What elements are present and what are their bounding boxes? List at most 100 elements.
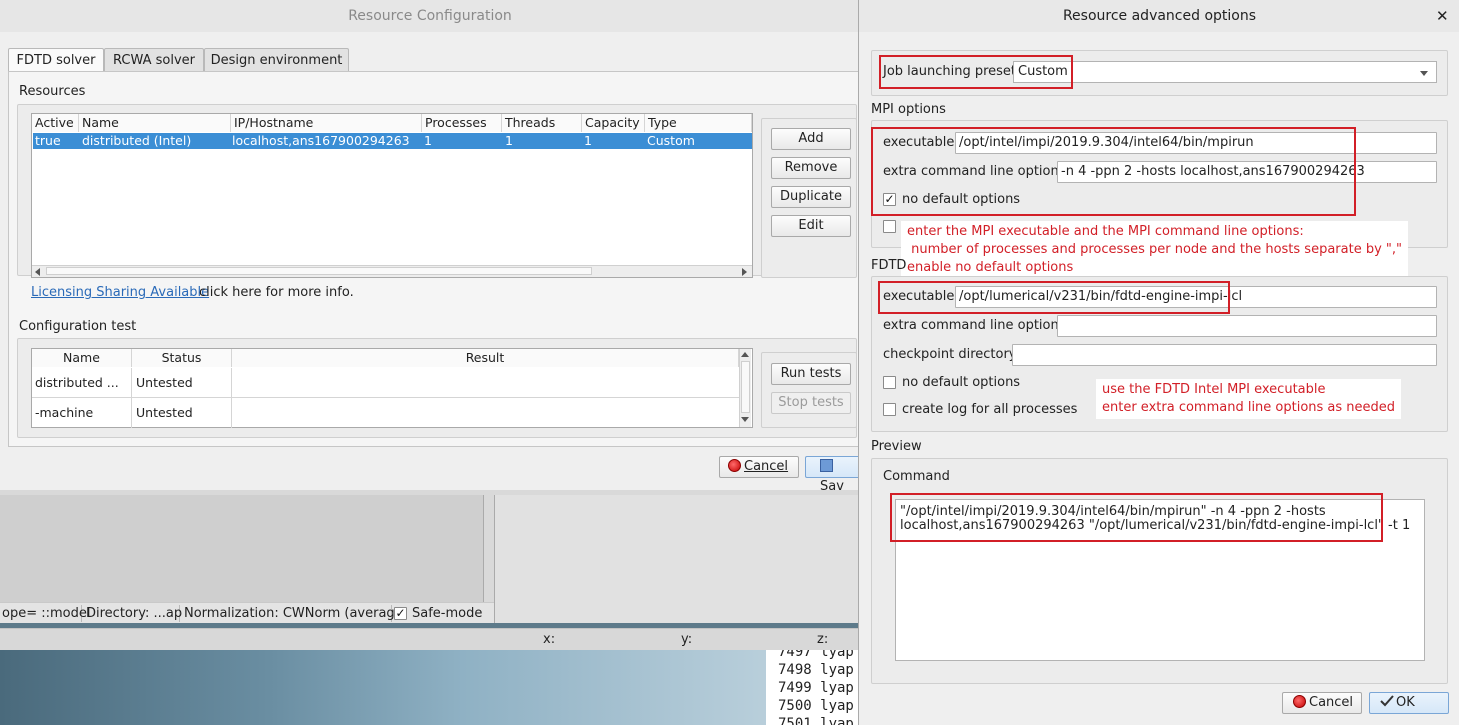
terminal-line: 7498 lyap xyxy=(778,662,854,678)
background-pane-left xyxy=(0,495,484,602)
terminal-line: 7501 lyap xyxy=(778,716,854,725)
terminal-line: 7497 lyap xyxy=(778,650,854,660)
divider xyxy=(131,398,132,428)
cell-active: true xyxy=(35,133,61,148)
fdtd-options-label: FDTD xyxy=(871,258,907,273)
table-row[interactable]: -machine Untested xyxy=(32,398,739,428)
scroll-down-icon[interactable] xyxy=(741,417,749,422)
fdtd-no-default-label: no default options xyxy=(902,375,1021,390)
resources-label: Resources xyxy=(19,84,86,99)
save-label: Sav xyxy=(820,479,844,494)
safe-mode-checkbox[interactable]: ✓ xyxy=(394,607,407,620)
preset-dropdown[interactable]: Custom xyxy=(1013,61,1437,83)
cell-processes: 1 xyxy=(424,133,432,148)
ok-label: OK xyxy=(1396,695,1415,710)
divider xyxy=(231,368,232,398)
desktop-background xyxy=(0,650,770,725)
cell-ip: localhost,ans167900294263 xyxy=(232,133,410,148)
column-header-capacity[interactable]: Capacity xyxy=(582,114,645,132)
remove-button[interactable]: Remove xyxy=(771,157,851,179)
licensing-link[interactable]: Licensing Sharing Available xyxy=(31,285,209,300)
stop-tests-button[interactable]: Stop tests xyxy=(771,392,851,414)
test-name: -machine xyxy=(35,405,94,420)
coord-z: z: xyxy=(817,632,829,647)
test-column-status[interactable]: Status xyxy=(132,349,232,367)
add-button[interactable]: Add xyxy=(771,128,851,150)
cancel-button[interactable]: Cancel xyxy=(719,456,799,478)
cell-type: Custom xyxy=(647,133,695,148)
scrollbar-thumb[interactable] xyxy=(46,267,592,275)
cell-capacity: 1 xyxy=(584,133,592,148)
close-icon[interactable]: ✕ xyxy=(1436,7,1449,25)
annotation-box xyxy=(871,127,1356,216)
annotation-box xyxy=(890,493,1383,542)
dialog-title: Resource advanced options xyxy=(859,0,1459,32)
check-icon xyxy=(1380,695,1394,707)
test-column-result[interactable]: Result xyxy=(232,349,739,367)
command-label: Command xyxy=(883,469,950,484)
scroll-up-icon[interactable] xyxy=(741,352,749,357)
run-tests-button[interactable]: Run tests xyxy=(771,363,851,385)
test-status: Untested xyxy=(136,375,193,390)
fdtd-extra-options-label: extra command line options xyxy=(883,318,1066,333)
status-normalization: Normalization: CWNorm (average) xyxy=(184,605,408,622)
table-row[interactable]: true distributed (Intel) localhost,ans16… xyxy=(33,133,752,149)
advanced-options-dialog: Resource advanced options ✕ Job launchin… xyxy=(858,0,1459,725)
scroll-left-icon[interactable] xyxy=(35,268,40,276)
column-header-processes[interactable]: Processes xyxy=(422,114,502,132)
create-log-label: create log for all processes xyxy=(902,402,1078,417)
safe-mode-label: Safe-mode xyxy=(412,606,483,621)
terminal-window: 7497 lyap 7498 lyap 7499 lyap 7500 lyap … xyxy=(766,650,866,725)
terminal-line: 7500 lyap xyxy=(778,698,854,714)
dialog-cancel-button[interactable]: Cancel xyxy=(1282,692,1362,714)
test-name: distributed ... xyxy=(35,375,119,390)
mpi-extra-checkbox[interactable] xyxy=(883,220,896,233)
test-column-name[interactable]: Name xyxy=(32,349,132,367)
column-header-threads[interactable]: Threads xyxy=(502,114,582,132)
fdtd-annotation-note: use the FDTD Intel MPI executable enter … xyxy=(1096,379,1402,419)
column-header-active[interactable]: Active xyxy=(32,114,79,132)
vertical-scrollbar[interactable] xyxy=(739,349,751,427)
save-button[interactable]: Sav xyxy=(805,456,860,494)
divider xyxy=(131,368,132,398)
mpi-options-label: MPI options xyxy=(871,102,946,117)
tab-rcwa-solver[interactable]: RCWA solver xyxy=(104,48,204,72)
fdtd-extra-options-field[interactable] xyxy=(1057,315,1437,337)
cancel-label: Cancel xyxy=(744,459,789,474)
stop-icon xyxy=(1293,695,1306,708)
dialog-cancel-label: Cancel xyxy=(1309,695,1354,710)
coordinate-bar: x: y: z: xyxy=(0,628,860,650)
column-header-type[interactable]: Type xyxy=(645,114,752,132)
cell-name: distributed (Intel) xyxy=(82,133,192,148)
duplicate-button[interactable]: Duplicate xyxy=(771,186,851,208)
test-status: Untested xyxy=(136,405,193,420)
ok-button[interactable]: OK xyxy=(1369,692,1449,714)
column-header-name[interactable]: Name xyxy=(79,114,231,132)
checkpoint-directory-field[interactable] xyxy=(1012,344,1437,366)
configuration-test-label: Configuration test xyxy=(19,319,137,334)
column-header-ip[interactable]: IP/Hostname xyxy=(231,114,422,132)
scroll-right-icon[interactable] xyxy=(742,268,747,276)
status-type: ope= ::model xyxy=(2,605,91,622)
chevron-down-icon xyxy=(1420,71,1428,76)
resource-configuration-window: Resource Configuration FDTD solver RCWA … xyxy=(0,0,860,494)
annotation-box xyxy=(879,55,1073,89)
horizontal-scrollbar[interactable] xyxy=(32,265,752,277)
create-log-checkbox[interactable] xyxy=(883,403,896,416)
save-icon xyxy=(820,459,833,472)
background-pane-right xyxy=(494,495,860,623)
scrollbar-thumb[interactable] xyxy=(741,361,750,413)
fdtd-no-default-checkbox[interactable] xyxy=(883,376,896,389)
table-row[interactable]: distributed ... Untested xyxy=(32,368,739,398)
coord-x: x: xyxy=(543,632,556,647)
tab-design-environment[interactable]: Design environment xyxy=(204,48,349,72)
resources-table: Active Name IP/Hostname Processes Thread… xyxy=(31,113,753,278)
annotation-box xyxy=(878,281,1230,314)
fdtd-solver-panel: Resources Active Name IP/Hostname Proces… xyxy=(8,71,860,447)
licensing-info-text: click here for more info. xyxy=(199,285,354,300)
mpi-annotation-note: enter the MPI executable and the MPI com… xyxy=(901,221,1408,279)
edit-button[interactable]: Edit xyxy=(771,215,851,237)
tab-fdtd-solver[interactable]: FDTD solver xyxy=(8,48,104,73)
checkpoint-directory-label: checkpoint directory xyxy=(883,347,1017,362)
status-bar: ope= ::model Directory: ...ap Normalizat… xyxy=(0,602,494,623)
